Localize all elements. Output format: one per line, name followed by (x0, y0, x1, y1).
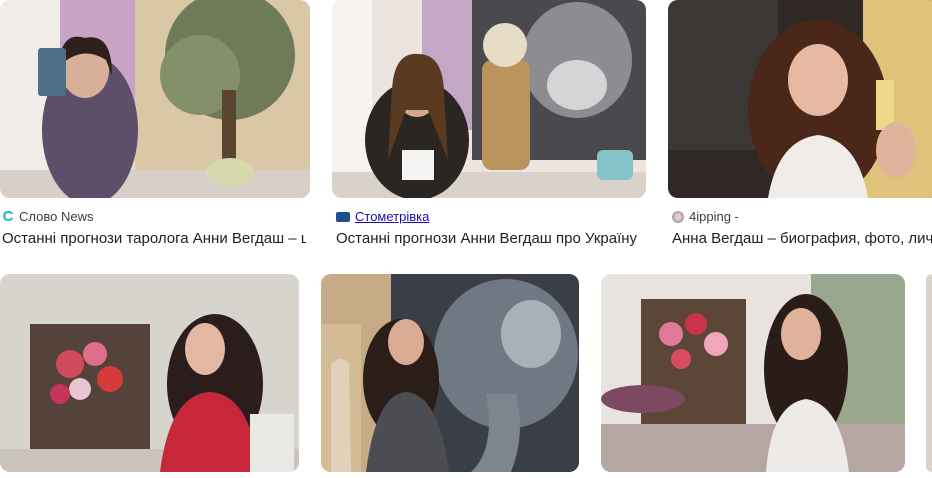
title-text: Останні прогнози таролога Анни Вегдаш – … (2, 230, 306, 247)
result-image-7-partial[interactable] (926, 274, 932, 472)
source-label: Слово News (19, 209, 94, 224)
result-image-4[interactable] (0, 274, 299, 472)
stometrivka-icon (336, 211, 350, 222)
source-label: 4ipping - (689, 209, 739, 224)
image-results-grid: C Слово News Останні прогнози таролога А… (0, 0, 932, 478)
result-image-3[interactable] (668, 0, 932, 198)
result-image-2[interactable] (332, 0, 646, 198)
result-title-2[interactable]: Останні прогнози Анни Вегдаш про Україну (336, 230, 642, 247)
result-source-3[interactable]: 4ipping - (672, 209, 739, 224)
source-link[interactable]: Стометрівка (355, 209, 429, 224)
result-image-6[interactable] (601, 274, 905, 472)
slovo-news-icon: C (2, 207, 14, 225)
result-source-1[interactable]: C Слово News (2, 207, 94, 225)
result-image-1[interactable] (0, 0, 310, 198)
result-title-1[interactable]: Останні прогнози таролога Анни Вегдаш – … (2, 230, 306, 247)
result-image-5[interactable] (321, 274, 579, 472)
4ipping-icon (672, 210, 684, 223)
result-source-2[interactable]: Стометрівка (336, 209, 429, 224)
title-text: Анна Вегдаш – биография, фото, личная жи… (672, 230, 932, 247)
title-text: Останні прогнози Анни Вегдаш про Україну (336, 230, 638, 247)
result-title-3[interactable]: Анна Вегдаш – биография, фото, личная жи… (672, 230, 932, 247)
